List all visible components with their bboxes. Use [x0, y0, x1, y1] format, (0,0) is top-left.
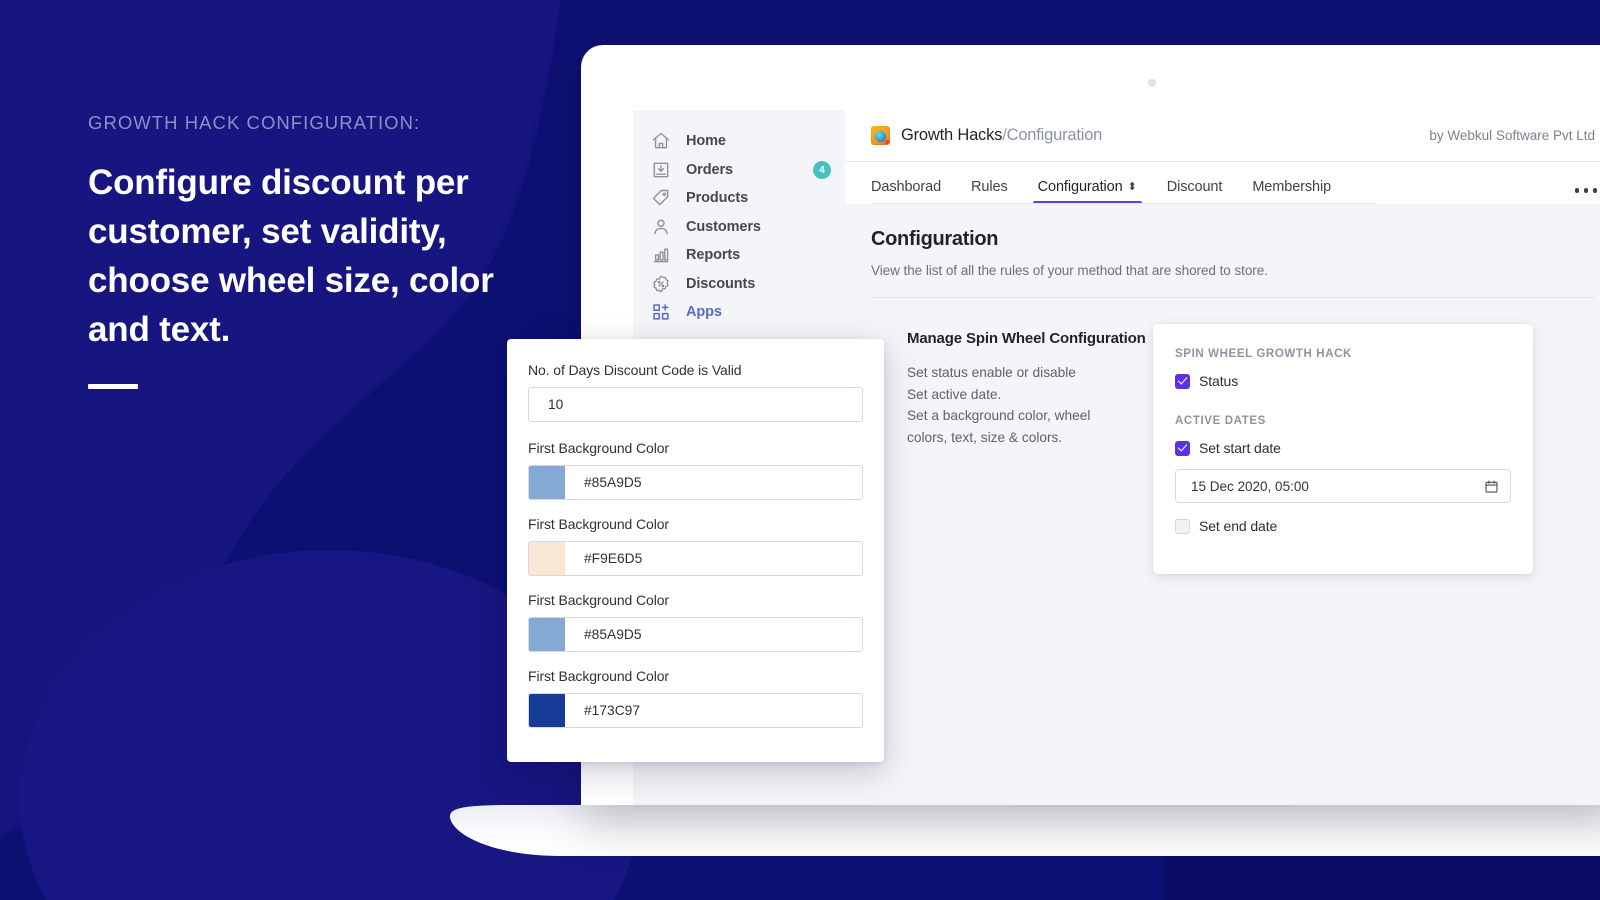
sidebar-item-label: Customers — [686, 219, 761, 235]
set-start-date-checkbox[interactable] — [1175, 441, 1190, 456]
start-date-input[interactable]: 15 Dec 2020, 05:00 — [1175, 469, 1511, 503]
sidebar-item-customers[interactable]: Customers — [633, 213, 845, 241]
page-subtitle: View the list of all the rules of your m… — [871, 263, 1595, 278]
tab-configuration[interactable]: Configuration ⬍ — [1023, 162, 1152, 204]
tab-membership[interactable]: Membership — [1237, 162, 1346, 204]
section-body: Set status enable or disable Set active … — [907, 362, 1171, 448]
apps-icon — [650, 302, 671, 323]
field-label: No. of Days Discount Code is Valid — [528, 362, 863, 378]
field-value: #85A9D5 — [565, 627, 642, 642]
settings-description: Manage Spin Wheel Configuration Set stat… — [871, 330, 1171, 448]
sidebar-item-label: Orders — [686, 162, 733, 178]
sidebar-item-label: Home — [686, 133, 726, 149]
field-label: First Background Color — [528, 668, 863, 684]
home-icon — [650, 131, 671, 152]
discounts-icon — [650, 273, 671, 294]
sidebar-item-reports[interactable]: Reports — [633, 241, 845, 269]
field-value: 10 — [529, 397, 563, 412]
status-checkbox[interactable] — [1175, 374, 1190, 389]
vendor-byline: by Webkul Software Pvt Ltd — [1429, 128, 1595, 143]
breadcrumb-leaf: Configuration — [1007, 126, 1103, 144]
reports-icon — [650, 245, 671, 266]
section-line: Set active date. — [907, 384, 1171, 406]
webcam-dot — [1148, 79, 1156, 87]
field-background-color-1: First Background Color #85A9D5 — [528, 440, 863, 500]
sidebar-item-apps[interactable]: Apps — [633, 298, 845, 326]
page-title: Configuration — [871, 228, 1595, 251]
breadcrumb: Growth Hacks/Configuration — [901, 126, 1102, 145]
set-start-date-row[interactable]: Set start date — [1175, 440, 1511, 456]
field-days-valid: No. of Days Discount Code is Valid 10 — [528, 362, 863, 422]
tab-label: Discount — [1167, 179, 1223, 195]
field-background-color-4: First Background Color #173C97 — [528, 668, 863, 728]
section-title: Manage Spin Wheel Configuration — [907, 330, 1171, 347]
color-swatch-3[interactable] — [529, 618, 565, 651]
field-value: #173C97 — [565, 703, 640, 718]
color-input-1[interactable]: #85A9D5 — [528, 465, 863, 500]
tab-label: Membership — [1252, 179, 1331, 195]
orders-count-badge: 4 — [813, 161, 831, 179]
color-input-2[interactable]: #F9E6D5 — [528, 541, 863, 576]
tab-label: Configuration — [1038, 179, 1123, 195]
field-background-color-2: First Background Color #F9E6D5 — [528, 516, 863, 576]
spin-wheel-settings-card: SPIN WHEEL GROWTH HACK Status ACTIVE DAT… — [1153, 324, 1533, 574]
set-end-date-checkbox[interactable] — [1175, 519, 1190, 534]
field-value: #F9E6D5 — [565, 551, 642, 566]
sidebar-item-label: Products — [686, 190, 748, 206]
tab-label: Dashborad — [871, 179, 941, 195]
color-input-4[interactable]: #173C97 — [528, 693, 863, 728]
sidebar-item-orders[interactable]: Orders 4 — [633, 156, 845, 184]
field-background-color-3: First Background Color #85A9D5 — [528, 592, 863, 652]
section-line: Set status enable or disable — [907, 362, 1171, 384]
content-divider — [871, 297, 1595, 298]
section-line: Set a background color, wheel — [907, 405, 1171, 427]
calendar-icon[interactable] — [1484, 479, 1499, 494]
breadcrumb-root[interactable]: Growth Hacks — [901, 126, 1002, 144]
field-value: #85A9D5 — [565, 475, 642, 490]
topbar: Growth Hacks/Configuration by Webkul Sof… — [845, 110, 1600, 162]
sidebar-item-label: Discounts — [686, 276, 755, 292]
sidebar-item-label: Reports — [686, 247, 740, 263]
days-valid-input[interactable]: 10 — [528, 387, 863, 422]
field-label: First Background Color — [528, 516, 863, 532]
tab-discount[interactable]: Discount — [1152, 162, 1238, 204]
set-start-date-label: Set start date — [1199, 440, 1281, 456]
wheel-appearance-form-card: No. of Days Discount Code is Valid 10 Fi… — [507, 339, 884, 762]
sidebar-item-discounts[interactable]: Discounts — [633, 270, 845, 298]
sidebar-item-label: Apps — [686, 304, 722, 320]
status-label: Status — [1199, 373, 1238, 389]
status-checkbox-row[interactable]: Status — [1175, 373, 1511, 389]
section-line: colors, text, size & colors. — [907, 427, 1171, 449]
color-input-3[interactable]: #85A9D5 — [528, 617, 863, 652]
group-label-spin-wheel: SPIN WHEEL GROWTH HACK — [1175, 348, 1511, 360]
tab-bar: Dashborad Rules Configuration ⬍ Discount… — [845, 162, 1600, 204]
tab-label: Rules — [971, 179, 1008, 195]
tab-rules[interactable]: Rules — [956, 162, 1023, 204]
color-swatch-4[interactable] — [529, 694, 565, 727]
sidebar-nav: Home Orders 4 Products — [633, 110, 845, 326]
start-date-value: 15 Dec 2020, 05:00 — [1191, 479, 1309, 494]
tab-list: Dashborad Rules Configuration ⬍ Discount… — [871, 162, 1346, 204]
sidebar-item-products[interactable]: Products — [633, 184, 845, 212]
field-label: First Background Color — [528, 592, 863, 608]
products-icon — [650, 188, 671, 209]
group-label-active-dates: ACTIVE DATES — [1175, 415, 1511, 427]
growth-hacks-app-icon — [871, 126, 890, 145]
set-end-date-label: Set end date — [1199, 518, 1277, 534]
field-label: First Background Color — [528, 440, 863, 456]
more-options-icon[interactable] — [1575, 188, 1598, 193]
color-swatch-2[interactable] — [529, 542, 565, 575]
sidebar-item-home[interactable]: Home — [633, 127, 845, 155]
orders-icon — [650, 159, 671, 180]
set-end-date-row[interactable]: Set end date — [1175, 518, 1511, 534]
customers-icon — [650, 216, 671, 237]
tab-dashborad[interactable]: Dashborad — [871, 162, 956, 204]
sort-toggle-icon[interactable]: ⬍ — [1128, 182, 1137, 193]
color-swatch-1[interactable] — [529, 466, 565, 499]
